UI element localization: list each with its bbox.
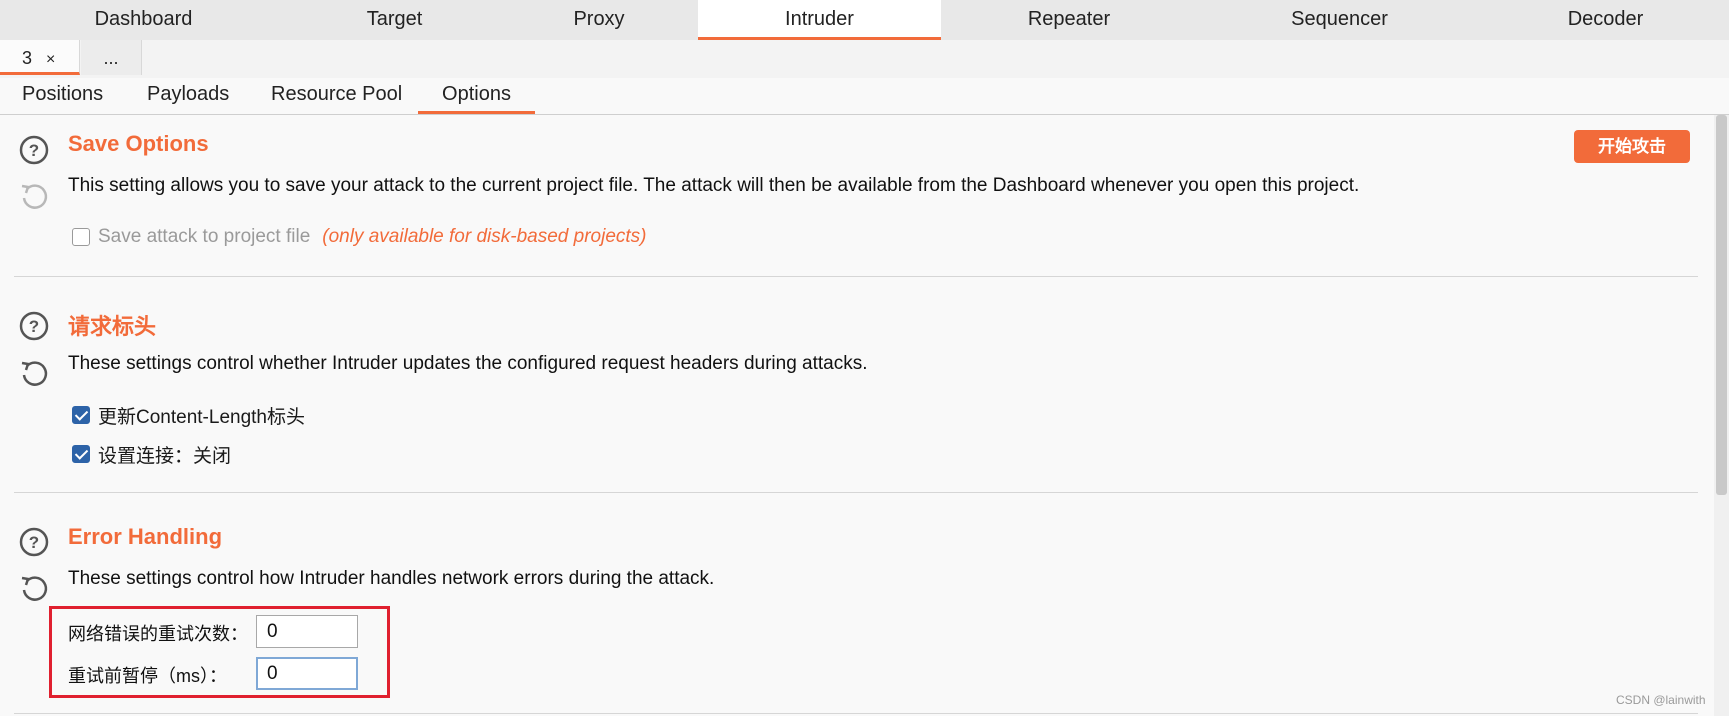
tab-resource-pool[interactable]: Resource Pool [271,78,402,113]
scroll-thumb[interactable] [1716,115,1727,495]
set-connection-close-option: 设置连接：关闭 [72,442,232,467]
section-divider [14,492,1698,493]
tab-target[interactable]: Target [287,0,502,37]
request-headers-title: 请求标头 [68,314,157,339]
save-options-description: This setting allows you to save your att… [68,175,1360,196]
attack-tab-bar: 3 × ... [0,40,1729,79]
disk-projects-note: (only available for disk-based projects) [322,226,647,247]
svg-text:?: ? [29,317,39,336]
error-handling-title: Error Handling [68,524,223,549]
svg-text:?: ? [29,533,39,552]
tab-decoder[interactable]: Decoder [1482,0,1729,37]
attack-tab-3[interactable]: 3 × [0,40,80,75]
section-divider [14,713,1698,714]
reset-icon[interactable] [18,572,50,604]
tab-dashboard[interactable]: Dashboard [0,0,287,37]
tab-proxy[interactable]: Proxy [502,0,696,37]
error-handling-description: These settings control how Intruder hand… [68,568,715,589]
watermark: CSDN @lainwith [1616,693,1706,707]
set-connection-close-checkbox[interactable] [72,445,90,463]
tab-sequencer[interactable]: Sequencer [1197,0,1482,37]
save-attack-label: Save attack to project file [98,226,311,247]
svg-text:?: ? [29,141,39,160]
intruder-sub-tab-bar: Positions Payloads Resource Pool Options [0,78,1729,115]
highlight-box [49,606,390,698]
save-attack-checkbox[interactable] [72,228,90,246]
help-icon[interactable]: ? [18,310,50,342]
tab-positions[interactable]: Positions [22,78,103,113]
reset-icon[interactable] [18,180,50,212]
new-attack-tab[interactable]: ... [81,40,142,75]
start-attack-button[interactable]: 开始攻击 [1574,130,1690,163]
save-options-title: Save Options [68,131,209,156]
vertical-scrollbar[interactable] [1714,115,1729,716]
request-headers-description: These settings control whether Intruder … [68,353,868,374]
update-content-length-option: 更新Content-Length标头 [72,403,305,428]
set-connection-close-label: 设置连接：关闭 [98,445,232,467]
tab-payloads[interactable]: Payloads [147,78,229,113]
tab-repeater[interactable]: Repeater [941,0,1197,37]
help-icon[interactable]: ? [18,134,50,166]
help-icon[interactable]: ? [18,526,50,558]
update-content-length-checkbox[interactable] [72,406,90,424]
reset-icon[interactable] [18,357,50,389]
tab-options[interactable]: Options [418,78,535,114]
section-divider [14,276,1698,277]
save-attack-option: Save attack to project file (only availa… [72,225,647,249]
attack-tab-label: 3 [22,48,33,68]
tool-tab-bar: Dashboard Target Proxy Intruder Repeater… [0,0,1729,41]
tab-intruder[interactable]: Intruder [698,0,941,40]
close-icon[interactable]: × [46,51,55,68]
update-content-length-label: 更新Content-Length标头 [98,406,305,428]
